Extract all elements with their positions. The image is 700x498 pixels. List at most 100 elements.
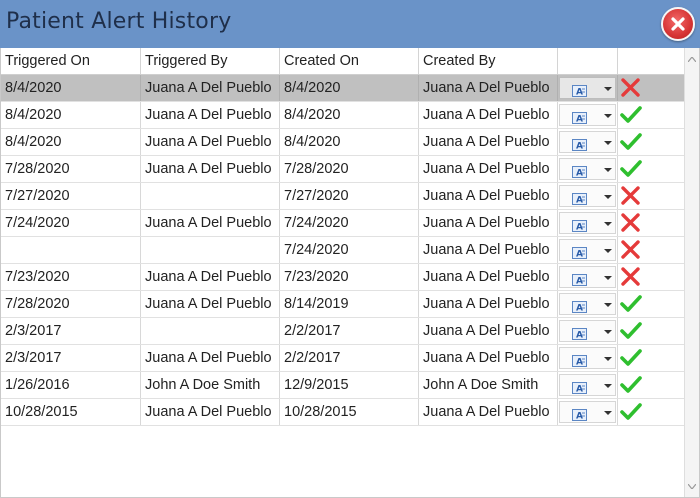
svg-text:A: A bbox=[576, 169, 583, 179]
table-row[interactable]: 8/4/2020 Juana A Del Pueblo 8/4/2020 Juana … bbox=[1, 75, 684, 102]
scroll-down-button[interactable] bbox=[685, 479, 699, 495]
dropdown-arrow-icon[interactable] bbox=[604, 168, 612, 172]
cell-triggered-by: Juana A Del Pueblo bbox=[141, 264, 280, 290]
cell-triggered-on: 8/4/2020 bbox=[1, 75, 141, 101]
column-header-status[interactable] bbox=[618, 48, 684, 74]
dropdown-arrow-icon[interactable] bbox=[604, 195, 612, 199]
window-title: Patient Alert History bbox=[6, 9, 232, 34]
grid-rows: 8/4/2020 Juana A Del Pueblo 8/4/2020 Juana … bbox=[1, 75, 684, 426]
cell-created-by: Juana A Del Pueblo bbox=[419, 345, 558, 371]
cell-created-by: Juana A Del Pueblo bbox=[419, 210, 558, 236]
document-icon: A bbox=[571, 378, 588, 398]
cell-created-by: Juana A Del Pueblo bbox=[419, 75, 558, 101]
dropdown-arrow-icon[interactable] bbox=[604, 222, 612, 226]
cell-created-by: Juana A Del Pueblo bbox=[419, 264, 558, 290]
x-mark-icon bbox=[619, 239, 643, 261]
column-header-triggered-by[interactable]: Triggered By bbox=[141, 48, 280, 74]
cell-created-by: Juana A Del Pueblo bbox=[419, 183, 558, 209]
document-dropdown[interactable]: A bbox=[559, 77, 616, 99]
cell-created-by: John A Doe Smith bbox=[419, 372, 558, 398]
cell-triggered-by bbox=[141, 183, 280, 209]
grid-header: Triggered On Triggered By Created On Cre… bbox=[1, 48, 699, 75]
checkmark-icon bbox=[619, 293, 643, 315]
cell-triggered-by: Juana A Del Pueblo bbox=[141, 210, 280, 236]
svg-text:A: A bbox=[576, 115, 583, 125]
document-dropdown[interactable]: A bbox=[559, 158, 616, 180]
x-mark-icon bbox=[619, 266, 643, 288]
cell-status bbox=[618, 291, 684, 317]
document-dropdown[interactable]: A bbox=[559, 347, 616, 369]
alert-history-grid: Triggered On Triggered By Created On Cre… bbox=[0, 48, 700, 498]
x-mark-icon bbox=[619, 185, 643, 207]
dropdown-arrow-icon[interactable] bbox=[604, 87, 612, 91]
checkmark-icon bbox=[619, 347, 643, 369]
cell-triggered-by: Juana A Del Pueblo bbox=[141, 399, 280, 425]
table-row[interactable]: 2/3/2017 2/2/2017 Juana A Del Pueblo A bbox=[1, 318, 684, 345]
table-row[interactable]: 1/26/2016 John A Doe Smith 12/9/2015 John A… bbox=[1, 372, 684, 399]
cell-action: A bbox=[558, 291, 618, 317]
cell-status bbox=[618, 183, 684, 209]
svg-text:A: A bbox=[576, 142, 583, 152]
dropdown-arrow-icon[interactable] bbox=[604, 303, 612, 307]
dropdown-arrow-icon[interactable] bbox=[604, 357, 612, 361]
document-dropdown[interactable]: A bbox=[559, 320, 616, 342]
cell-status bbox=[618, 156, 684, 182]
vertical-scrollbar[interactable] bbox=[684, 48, 699, 497]
document-dropdown[interactable]: A bbox=[559, 401, 616, 423]
dropdown-arrow-icon[interactable] bbox=[604, 384, 612, 388]
cell-created-by: Juana A Del Pueblo bbox=[419, 318, 558, 344]
cell-status bbox=[618, 345, 684, 371]
cell-status bbox=[618, 372, 684, 398]
dropdown-arrow-icon[interactable] bbox=[604, 330, 612, 334]
cell-created-on: 8/4/2020 bbox=[280, 75, 419, 101]
cell-action: A bbox=[558, 102, 618, 128]
close-icon bbox=[671, 17, 685, 31]
table-row[interactable]: 7/23/2020 Juana A Del Pueblo 7/23/2020 Juan… bbox=[1, 264, 684, 291]
dropdown-arrow-icon[interactable] bbox=[604, 411, 612, 415]
column-header-triggered-on[interactable]: Triggered On bbox=[1, 48, 141, 74]
document-dropdown[interactable]: A bbox=[559, 239, 616, 261]
checkmark-icon bbox=[619, 131, 643, 153]
checkmark-icon bbox=[619, 104, 643, 126]
cell-status bbox=[618, 264, 684, 290]
document-dropdown[interactable]: A bbox=[559, 212, 616, 234]
table-row[interactable]: 8/4/2020 Juana A Del Pueblo 8/4/2020 Juana … bbox=[1, 102, 684, 129]
document-dropdown[interactable]: A bbox=[559, 104, 616, 126]
svg-text:A: A bbox=[576, 277, 583, 287]
scroll-up-button[interactable] bbox=[685, 52, 699, 68]
cell-action: A bbox=[558, 264, 618, 290]
table-row[interactable]: 7/28/2020 Juana A Del Pueblo 8/14/2019 Juan… bbox=[1, 291, 684, 318]
svg-text:A: A bbox=[576, 412, 583, 422]
cell-triggered-on: 7/23/2020 bbox=[1, 264, 141, 290]
table-row[interactable]: 7/24/2020 Juana A Del Pueblo 7/24/2020 Juan… bbox=[1, 210, 684, 237]
cell-status bbox=[618, 210, 684, 236]
document-icon: A bbox=[571, 189, 588, 209]
document-dropdown[interactable]: A bbox=[559, 266, 616, 288]
cell-action: A bbox=[558, 318, 618, 344]
table-row[interactable]: 2/3/2017 Juana A Del Pueblo 2/2/2017 Juana … bbox=[1, 345, 684, 372]
cell-status bbox=[618, 75, 684, 101]
table-row[interactable]: 7/24/2020 Juana A Del Pueblo A bbox=[1, 237, 684, 264]
dropdown-arrow-icon[interactable] bbox=[604, 249, 612, 253]
dropdown-arrow-icon[interactable] bbox=[604, 141, 612, 145]
column-header-created-on[interactable]: Created On bbox=[280, 48, 419, 74]
dropdown-arrow-icon[interactable] bbox=[604, 276, 612, 280]
document-dropdown[interactable]: A bbox=[559, 185, 616, 207]
table-row[interactable]: 8/4/2020 Juana A Del Pueblo 8/4/2020 Juana … bbox=[1, 129, 684, 156]
table-row[interactable]: 7/28/2020 Juana A Del Pueblo 7/28/2020 Juan… bbox=[1, 156, 684, 183]
cell-created-on: 12/9/2015 bbox=[280, 372, 419, 398]
column-header-created-by[interactable]: Created By bbox=[419, 48, 558, 74]
document-icon: A bbox=[571, 135, 588, 155]
dropdown-arrow-icon[interactable] bbox=[604, 114, 612, 118]
document-dropdown[interactable]: A bbox=[559, 293, 616, 315]
x-mark-icon bbox=[619, 77, 643, 99]
document-icon: A bbox=[571, 324, 588, 344]
close-button[interactable] bbox=[661, 7, 695, 41]
document-dropdown[interactable]: A bbox=[559, 374, 616, 396]
cell-triggered-by bbox=[141, 318, 280, 344]
column-header-action[interactable] bbox=[558, 48, 618, 74]
table-row[interactable]: 7/27/2020 7/27/2020 Juana A Del Pueblo A bbox=[1, 183, 684, 210]
svg-text:A: A bbox=[576, 358, 583, 368]
document-dropdown[interactable]: A bbox=[559, 131, 616, 153]
table-row[interactable]: 10/28/2015 Juana A Del Pueblo 10/28/2015 Ju… bbox=[1, 399, 684, 426]
